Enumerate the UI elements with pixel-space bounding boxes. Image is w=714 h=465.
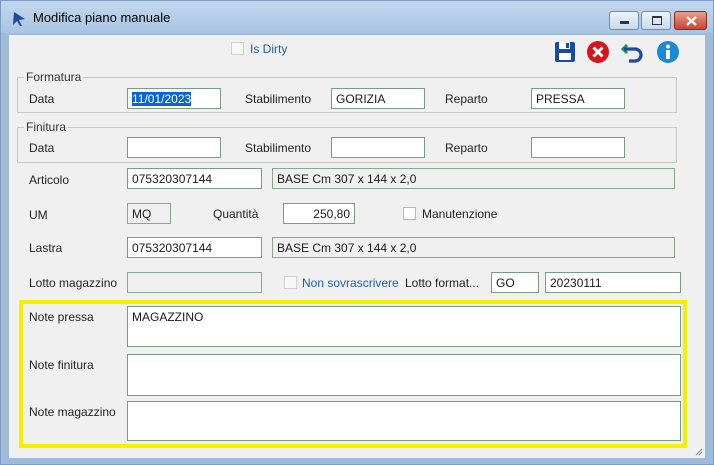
undo-icon[interactable]	[620, 39, 646, 65]
quantita-label: Quantità	[213, 207, 259, 221]
lotto-formatura-prefix-input[interactable]: GO	[491, 272, 539, 293]
formatura-group-title: Formatura	[24, 70, 84, 84]
finitura-reparto-input[interactable]	[531, 137, 625, 158]
is-dirty-label: Is Dirty	[250, 42, 288, 56]
minimize-icon	[620, 21, 629, 24]
lastra-description: BASE Cm 307 x 144 x 2,0	[272, 237, 675, 258]
resize-grip-icon[interactable]	[693, 446, 703, 456]
dialog-window: Modifica piano manuale Is Dirty Formatur…	[0, 0, 714, 465]
finitura-data-input[interactable]	[127, 137, 221, 158]
note-magazzino-label: Note magazzino	[29, 405, 116, 419]
articolo-code-input[interactable]: 075320307144	[127, 168, 262, 189]
lotto-magazzino-label: Lotto magazzino	[29, 276, 118, 290]
lotto-formatura-input[interactable]: 20230111	[545, 272, 681, 293]
manutenzione-label: Manutenzione	[422, 207, 498, 221]
form-area: Is Dirty Formatura Data 11/01/2023 Stabi…	[9, 35, 705, 458]
lotto-magazzino-input	[127, 272, 262, 293]
finitura-data-label: Data	[29, 141, 55, 155]
note-finitura-textarea[interactable]	[127, 354, 681, 396]
is-dirty-checkbox[interactable]	[231, 42, 244, 55]
maximize-button[interactable]	[641, 11, 671, 30]
formatura-stabilimento-label: Stabilimento	[245, 92, 312, 106]
formatura-data-input[interactable]: 11/01/2023	[127, 88, 221, 109]
formatura-reparto-label: Reparto	[445, 92, 488, 106]
um-value: MQ	[127, 203, 171, 224]
formatura-reparto-input[interactable]: PRESSA	[531, 88, 625, 109]
cancel-icon[interactable]	[585, 39, 611, 65]
non-sovrascrivere-label: Non sovrascrivere	[302, 276, 399, 290]
notes-highlight-box: Note pressa MAGAZZINO Note finitura Note…	[19, 300, 687, 448]
close-icon	[686, 16, 697, 26]
note-pressa-label: Note pressa	[29, 310, 94, 324]
info-icon[interactable]	[655, 39, 681, 65]
close-window-button[interactable]	[674, 11, 707, 30]
quantita-input[interactable]: 250,80	[283, 203, 355, 224]
app-icon	[13, 12, 25, 26]
maximize-icon	[652, 16, 662, 25]
um-label: UM	[29, 208, 48, 222]
articolo-label: Articolo	[29, 173, 70, 187]
lastra-label: Lastra	[29, 241, 63, 255]
note-pressa-textarea[interactable]: MAGAZZINO	[127, 306, 681, 347]
formatura-data-label: Data	[29, 92, 55, 106]
minimize-button[interactable]	[609, 11, 639, 30]
finitura-stabilimento-input[interactable]	[331, 137, 425, 158]
articolo-description: BASE Cm 307 x 144 x 2,0	[272, 168, 675, 189]
note-magazzino-textarea[interactable]	[127, 401, 681, 441]
finitura-group-title: Finitura	[24, 120, 69, 134]
finitura-reparto-label: Reparto	[445, 141, 488, 155]
title-bar[interactable]: Modifica piano manuale	[1, 1, 713, 33]
manutenzione-checkbox[interactable]	[403, 207, 416, 220]
lotto-formatura-label: Lotto format...	[405, 276, 480, 290]
lastra-code-input[interactable]: 075320307144	[127, 237, 262, 258]
formatura-stabilimento-input[interactable]: GORIZIA	[331, 88, 425, 109]
window-title: Modifica piano manuale	[33, 10, 171, 25]
non-sovrascrivere-checkbox[interactable]	[284, 276, 297, 289]
note-finitura-label: Note finitura	[29, 358, 94, 372]
save-icon[interactable]	[552, 39, 578, 65]
finitura-stabilimento-label: Stabilimento	[245, 141, 312, 155]
